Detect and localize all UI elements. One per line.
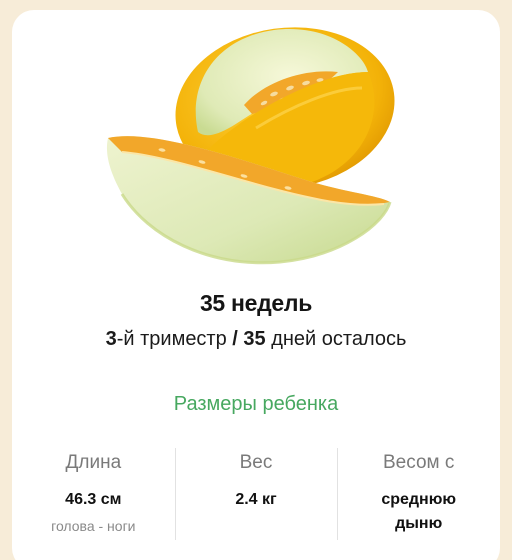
trimester-subtitle: 3-й триместр / 35 дней осталось [12, 328, 500, 351]
stat-value-line: среднюю [381, 491, 457, 508]
melon-image [106, 27, 395, 265]
stat-length: Длина 46.3 см голова - ноги [12, 438, 175, 548]
stat-label: Весом с [382, 452, 455, 473]
baby-size-heading: Размеры ребенка [173, 393, 339, 415]
days-left-text: дней осталось [265, 328, 407, 350]
stat-size-comparison: Весом с среднюю дыню [337, 438, 500, 548]
stat-weight: Вес 2.4 кг [174, 438, 338, 548]
stat-label: Вес [239, 452, 273, 473]
trimester-number: 3 [105, 328, 117, 350]
stat-value: среднюю дыню [337, 488, 500, 536]
stat-value: 46.3 см [65, 491, 122, 508]
stat-value: 2.4 кг [235, 491, 277, 508]
stat-label: Длина [65, 452, 122, 473]
days-left-number: 35 [237, 328, 266, 350]
stat-note: голова - ноги [51, 518, 136, 534]
baby-size-stats: Длина 46.3 см голова - ноги Вес 2.4 кг В… [12, 438, 500, 548]
week-title: 35 недель [199, 290, 313, 316]
pregnancy-week-card: 35 недель 3-й триместр / 35 дней осталос… [12, 10, 500, 560]
stat-value-line: дыню [395, 515, 443, 532]
trimester-text: -й триместр [116, 328, 233, 350]
